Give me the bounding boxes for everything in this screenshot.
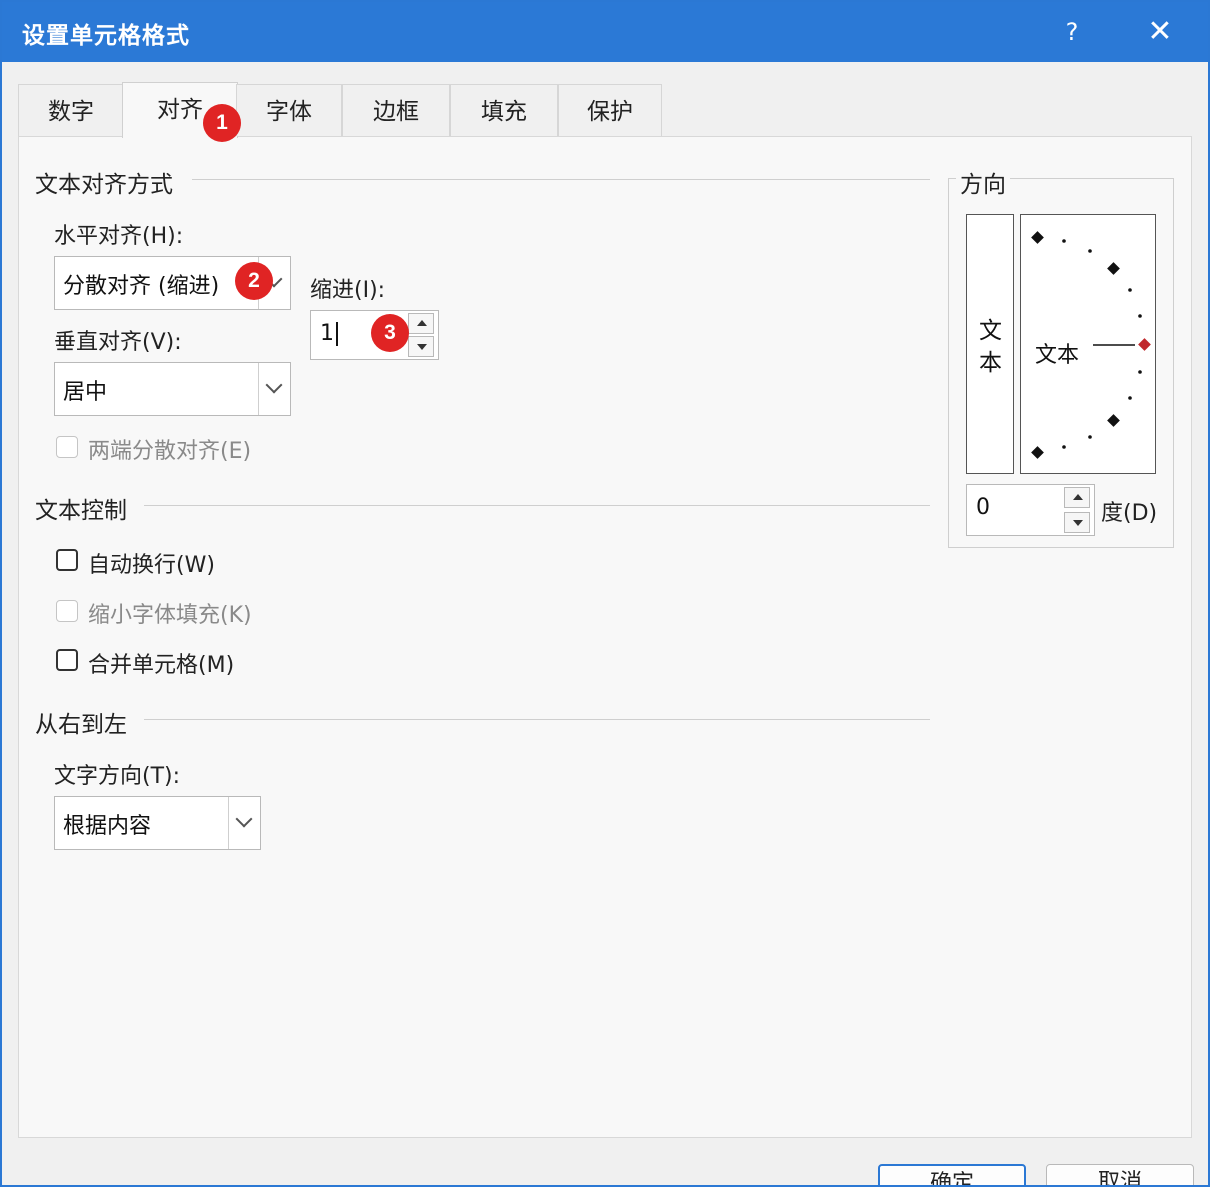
orientation-dial[interactable]: 文本 <box>1020 214 1156 474</box>
text-direction-value: 根据内容 <box>63 814 152 839</box>
horizontal-align-label: 水平对齐(H): <box>54 224 184 249</box>
degrees-value: 0 <box>976 495 990 520</box>
annotation-badge-1: 1 <box>203 104 241 142</box>
annotation-badge-3: 3 <box>371 314 409 352</box>
tab-font[interactable]: 字体 <box>236 84 342 136</box>
indent-value: 1 <box>320 321 338 346</box>
text-alignment-heading: 文本对齐方式 <box>35 172 173 198</box>
tab-fill[interactable]: 填充 <box>450 84 558 136</box>
merge-cells-checkbox[interactable] <box>56 649 78 671</box>
tab-border[interactable]: 边框 <box>342 84 450 136</box>
spin-down-icon[interactable] <box>408 336 434 357</box>
wrap-text-checkbox[interactable] <box>56 549 78 571</box>
spin-up-icon[interactable] <box>408 313 434 334</box>
close-button[interactable]: ✕ <box>1140 12 1180 52</box>
justify-distributed-label: 两端分散对齐(E) <box>88 439 252 464</box>
format-cells-dialog: 设置单元格格式 ? ✕ 数字 对齐 字体 边框 填充 保护 文本对齐方式 水平对… <box>0 0 1210 1187</box>
degrees-label: 度(D) <box>1101 501 1158 526</box>
dialog-title: 设置单元格格式 <box>22 23 190 49</box>
tab-number[interactable]: 数字 <box>18 84 124 136</box>
ok-button[interactable]: 确定 <box>878 1164 1026 1185</box>
vertical-align-value: 居中 <box>63 380 108 405</box>
title-bar[interactable]: 设置单元格格式 ? ✕ <box>2 2 1208 62</box>
text-direction-label: 文字方向(T): <box>54 764 181 789</box>
horizontal-align-value: 分散对齐 (缩进) <box>63 274 220 299</box>
orientation-heading: 方向 <box>956 165 1010 199</box>
chevron-down-icon[interactable] <box>258 363 290 415</box>
cancel-button[interactable]: 取消 <box>1046 1164 1194 1185</box>
tab-protection[interactable]: 保护 <box>558 84 662 136</box>
text-control-heading: 文本控制 <box>35 498 127 524</box>
divider <box>144 505 930 506</box>
help-button[interactable]: ? <box>1052 12 1092 52</box>
shrink-to-fit-label: 缩小字体填充(K) <box>88 603 252 628</box>
justify-distributed-checkbox[interactable] <box>56 436 78 458</box>
spin-up-icon[interactable] <box>1064 487 1090 508</box>
chevron-down-icon[interactable] <box>228 797 260 849</box>
text-direction-select[interactable]: 根据内容 <box>54 796 261 850</box>
divider <box>144 719 930 720</box>
vertical-text-sample: 文 本 <box>979 318 1002 376</box>
merge-cells-label: 合并单元格(M) <box>88 653 235 678</box>
annotation-badge-2: 2 <box>235 262 273 300</box>
degrees-spinner[interactable]: 0 <box>966 484 1095 536</box>
shrink-to-fit-checkbox[interactable] <box>56 600 78 622</box>
wrap-text-label: 自动换行(W) <box>88 553 215 578</box>
right-to-left-heading: 从右到左 <box>35 712 127 738</box>
vertical-align-label: 垂直对齐(V): <box>54 330 182 355</box>
vertical-text-toggle[interactable]: 文 本 <box>966 214 1014 474</box>
divider <box>192 179 930 180</box>
spin-down-icon[interactable] <box>1064 512 1090 533</box>
dial-text-sample: 文本 <box>1035 343 1080 368</box>
indent-label: 缩进(I): <box>310 278 386 303</box>
vertical-align-select[interactable]: 居中 <box>54 362 291 416</box>
